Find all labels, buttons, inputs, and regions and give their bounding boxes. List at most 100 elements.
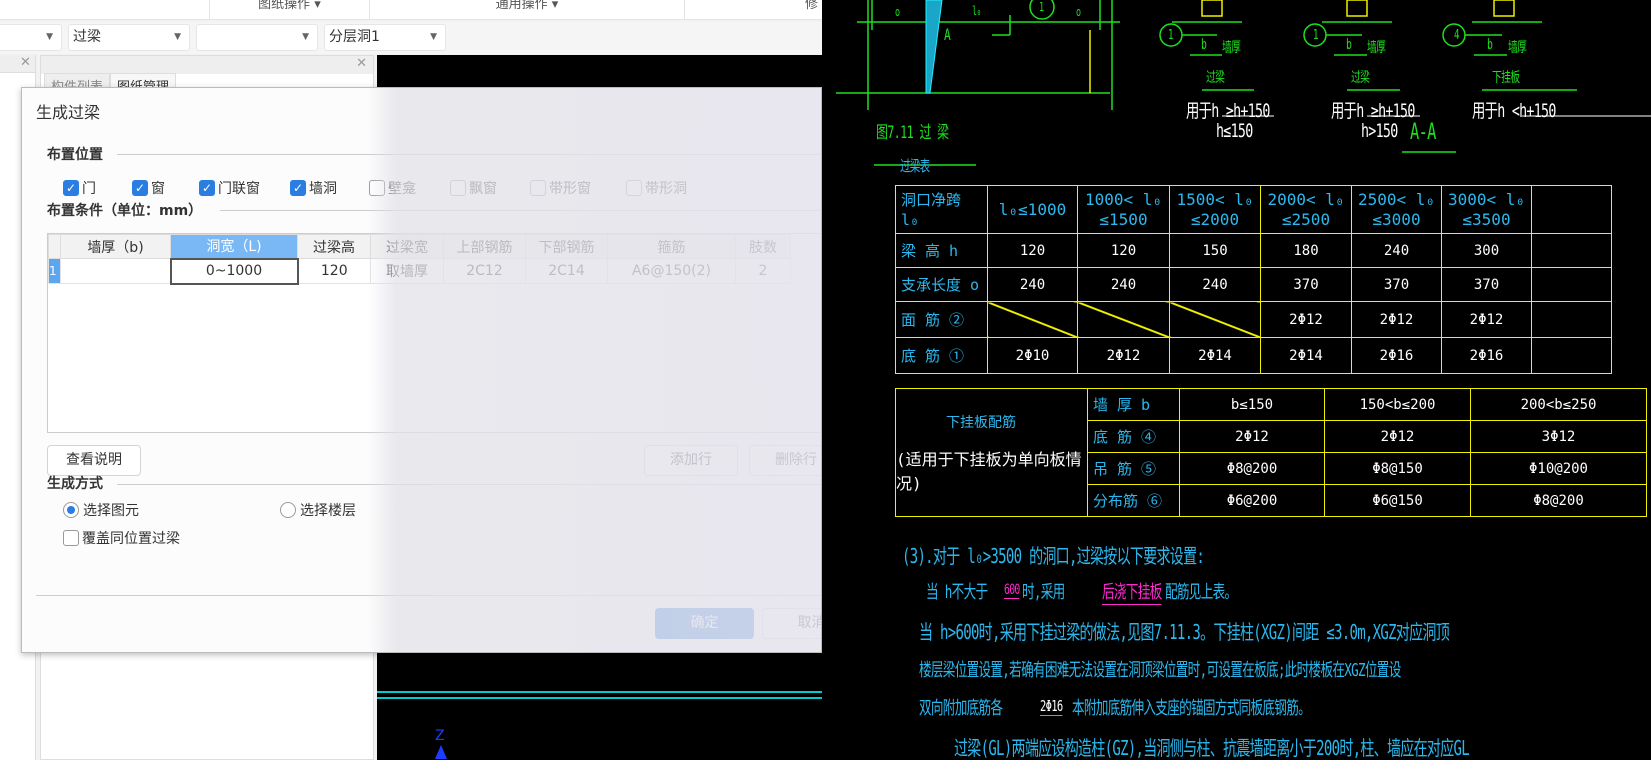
row-label: 面 筋 ② xyxy=(895,301,988,338)
placement-checkbox-7[interactable]: 带形洞 xyxy=(626,178,687,198)
table-cell: 2Φ14 xyxy=(1169,337,1261,374)
ribbon-group-general-ops[interactable]: 通用操作 ▾ xyxy=(370,0,685,20)
table-cell: Φ6@150 xyxy=(1324,484,1471,517)
grid-cell[interactable]: 0~1000 xyxy=(169,257,299,285)
section-name: 过梁 xyxy=(1206,70,1225,86)
layer-value: 分层洞1 xyxy=(329,29,380,45)
radio-unselected-icon xyxy=(280,502,296,518)
radio-select-floor[interactable]: 选择楼层 xyxy=(280,500,356,520)
close-icon[interactable]: ✕ xyxy=(356,56,367,71)
section-marker-a: A xyxy=(944,25,951,44)
section-name: 下挂板 xyxy=(1492,70,1520,86)
table-cell: Φ8@150 xyxy=(1324,452,1471,485)
divider xyxy=(220,210,821,211)
app-window: 图纸操作 ▾ 通用操作 ▾ 修 ▼ 过梁▼ ▼ 分层洞1▼ ✕ ✕ 构件列表图纸… xyxy=(0,0,822,760)
rebar-callout-circle: 4 xyxy=(1454,28,1459,43)
table-cell xyxy=(1531,337,1612,374)
section-condition-2: h>150 xyxy=(1361,120,1398,142)
checkbox-label: 门 xyxy=(82,181,96,197)
column-header[interactable]: 洞宽（L) xyxy=(170,234,298,259)
table-row: 梁 高 h 120 120 150 180 240 300 xyxy=(895,233,1612,268)
close-icon[interactable]: ✕ xyxy=(20,55,31,70)
placement-checkbox-0[interactable]: ✓ 门 xyxy=(63,178,96,198)
radio-label: 选择图元 xyxy=(83,503,139,519)
overwrite-checkbox[interactable]: 覆盖同位置过梁 xyxy=(63,528,180,548)
section-condition-2: h≤150 xyxy=(1216,120,1253,142)
table-cell: Φ6@200 xyxy=(1179,484,1325,517)
row-header-corner xyxy=(48,234,61,259)
table-header-cell: 2000< l₀ ≤2500 xyxy=(1260,185,1352,234)
radio-label: 选择楼层 xyxy=(300,503,356,519)
note-line-2a: 当 h不大于 xyxy=(926,582,988,603)
column-header[interactable]: 过梁宽 xyxy=(370,234,444,259)
view-help-button[interactable]: 查看说明 xyxy=(47,445,141,476)
figure-title: 图7.11 过 梁 xyxy=(876,123,949,143)
grid-cell[interactable] xyxy=(60,258,171,284)
ribbon-group-modify[interactable]: 修 xyxy=(685,0,822,20)
table-cell: 300 xyxy=(1441,233,1532,268)
grid-cell[interactable]: 120 xyxy=(297,258,371,284)
radio-select-element[interactable]: 选择图元 xyxy=(63,500,139,520)
placement-checkbox-6[interactable]: 带形窗 xyxy=(530,178,591,198)
placement-checkbox-2[interactable]: ✓ 门联窗 xyxy=(199,178,260,198)
table-cell: 2Φ12 xyxy=(1441,301,1532,338)
chevron-down-icon: ▼ xyxy=(302,32,309,42)
placement-checkbox-3[interactable]: ✓ 墙洞 xyxy=(290,178,337,198)
table-row[interactable]: 1 0~1000 120 取墙厚 2C12 2C14 A6@150(2) 2 xyxy=(48,257,791,285)
dim-b: b xyxy=(1201,37,1207,53)
grid-cell[interactable]: A6@150(2) xyxy=(607,258,736,284)
dim-b: b xyxy=(1487,37,1493,53)
column-header[interactable]: 墙厚（b) xyxy=(60,234,171,259)
note-line-2-term: 后浇下挂板 xyxy=(1102,578,1162,605)
grid-cell[interactable]: 2 xyxy=(735,258,791,284)
checkbox-checked-icon: ✓ xyxy=(290,180,306,196)
table-cell: 370 xyxy=(1351,267,1442,302)
checkbox-label: 壁龛 xyxy=(388,181,416,197)
placement-checkbox-4[interactable]: 壁龛 xyxy=(369,178,416,198)
lintel-table: 洞口净跨 l₀ l₀≤1000 1000< l₀ ≤1500 1500< l₀ ≤20… xyxy=(895,185,1612,374)
ok-button[interactable]: 确定 xyxy=(655,608,754,639)
row-number[interactable]: 1 xyxy=(48,258,61,284)
placement-checkbox-5[interactable]: 飘窗 xyxy=(450,178,497,198)
table-cell xyxy=(1531,267,1612,302)
placement-checkbox-1[interactable]: ✓ 窗 xyxy=(132,178,165,198)
column-header[interactable]: 下部钢筋 xyxy=(525,234,608,259)
divider xyxy=(117,154,821,155)
table-cell: 240 xyxy=(987,267,1078,302)
cad-drawing-view[interactable]: o l₀ A 1 o 图7.11 过 梁 过梁表 1 b 墙厚 过梁 用于h ≥h+15… xyxy=(822,0,1651,760)
layer-select[interactable]: 分层洞1 ▼ xyxy=(324,24,446,51)
radio-selected-icon xyxy=(63,502,79,518)
column-header[interactable]: 上部钢筋 xyxy=(443,234,526,259)
floor-select[interactable]: ▼ xyxy=(0,24,62,51)
table-row: 下挂板配筋 (适用于下挂板为单向板情况) 墙 厚 b b≤150 150<b≤200 20… xyxy=(895,388,1647,517)
table-cell: 2Φ14 xyxy=(1260,337,1352,374)
component-select[interactable]: ▼ xyxy=(196,24,318,51)
delete-row-button[interactable]: 删除行 xyxy=(749,445,821,476)
chevron-down-icon: ▼ xyxy=(430,32,437,42)
column-header[interactable]: 箍筋 xyxy=(607,234,736,259)
component-type-value: 过梁 xyxy=(73,29,101,45)
chevron-down-icon: ▼ xyxy=(46,32,53,42)
table-cell: 2Φ16 xyxy=(1351,337,1442,374)
ribbon-group-drawing-ops[interactable]: 图纸操作 ▾ xyxy=(210,0,370,20)
rebar-callout-circle: 1 xyxy=(1313,28,1318,43)
placement-section-title: 布置位置 xyxy=(47,147,103,163)
table-cell: 2Φ12 xyxy=(1260,301,1352,338)
grid-cell[interactable]: 2C14 xyxy=(525,258,608,284)
add-row-button[interactable]: 添加行 xyxy=(644,445,738,476)
component-type-select[interactable]: 过梁 ▼ xyxy=(68,24,190,51)
checkbox-label: 墙洞 xyxy=(309,181,337,197)
row-label: 底 筋 ④ xyxy=(1087,420,1180,453)
grid-cell[interactable]: 取墙厚 xyxy=(370,258,444,284)
method-section-title: 生成方式 xyxy=(47,476,103,492)
table-row: 支承长度 o 240 240 240 370 370 370 xyxy=(895,267,1612,302)
grid-cell[interactable]: 2C12 xyxy=(443,258,526,284)
section-condition: 用于h <h+150 xyxy=(1472,100,1556,122)
column-header[interactable]: 过梁高 xyxy=(297,234,371,259)
cancel-button[interactable]: 取消 xyxy=(762,608,821,639)
note-line-1: (3).对于 l₀>3500 的洞口,过梁按以下要求设置: xyxy=(902,544,1205,568)
conditions-section-title: 布置条件（单位：mm） xyxy=(47,203,203,219)
note-line-4: 楼层梁位置设置,若确有困难无法设置在洞顶梁位置时,可设置在板底;此时楼板在XGZ… xyxy=(919,660,1401,681)
column-header[interactable]: 肢数 xyxy=(735,234,791,259)
row-label: 吊 筋 ⑤ xyxy=(1087,452,1180,485)
